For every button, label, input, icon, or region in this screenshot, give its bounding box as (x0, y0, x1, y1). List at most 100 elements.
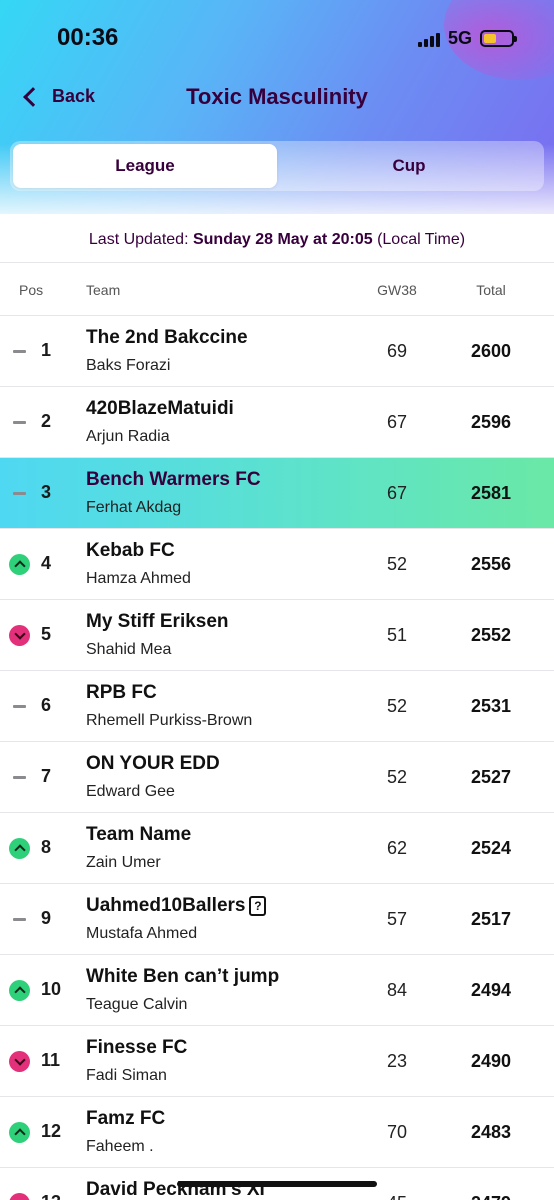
table-row[interactable]: 11 Finesse FC Fadi Siman 23 2490 (0, 1026, 554, 1097)
row-manager-name: Fadi Siman (86, 1067, 167, 1084)
row-manager-name: Arjun Radia (86, 428, 170, 445)
row-total-points: 2556 (470, 554, 512, 574)
row-position: 5 (41, 624, 52, 644)
row-gw-points: 67 (386, 412, 408, 432)
table-row[interactable]: 12 Famz FC Faheem . 70 2483 (0, 1097, 554, 1168)
row-team-wrap: White Ben can’t jump (86, 966, 279, 988)
page-title: Toxic Masculinity (186, 84, 368, 109)
rank-down-icon (9, 625, 30, 646)
row-manager-name: Zain Umer (86, 854, 161, 871)
signal-icon (417, 31, 440, 47)
row-team-wrap: Famz FC (86, 1108, 165, 1130)
row-team-name: Finesse FC (86, 1037, 188, 1058)
row-gw-points: 52 (386, 767, 408, 787)
row-team-name: The 2nd Bakccine (86, 327, 248, 348)
row-total-points: 2479 (460, 1193, 522, 1200)
table-header: Pos Team GW38 Total (0, 262, 554, 316)
row-total-points: 2581 (470, 483, 512, 503)
row-total-points: 2483 (470, 1122, 512, 1142)
row-gw-points: 57 (386, 909, 408, 929)
rank-up-icon (9, 838, 30, 859)
row-manager-name: Hamza Ahmed (86, 570, 191, 587)
row-team-name: Famz FC (86, 1108, 166, 1129)
row-total-points: 2527 (470, 767, 512, 787)
row-gw-points: 51 (386, 625, 408, 645)
col-total: Total (476, 282, 506, 298)
row-team-wrap: My Stiff Eriksen (86, 611, 229, 633)
last-updated-prefix: Last Updated: (88, 231, 189, 248)
row-team-name: Uahmed10Ballers (86, 895, 246, 916)
row-total-points: 2490 (470, 1051, 512, 1071)
row-position: 8 (41, 837, 52, 857)
rank-same-icon (9, 909, 30, 930)
row-total-points: 2596 (470, 412, 512, 432)
table-row[interactable]: 2 420BlazeMatuidi Arjun Radia 67 2596 (0, 387, 554, 458)
rank-same-icon (9, 341, 30, 362)
row-team-name: Kebab FC (86, 540, 175, 561)
tab-bar: League Cup (10, 141, 544, 191)
row-total-points: 2494 (470, 980, 512, 1000)
row-manager-name: Mustafa Ahmed (86, 925, 198, 942)
table-row[interactable]: 1 The 2nd Bakccine Baks Forazi 69 2600 (0, 316, 554, 387)
row-gw-points: 70 (386, 1122, 408, 1142)
row-team-wrap: RPB FC (86, 682, 157, 704)
last-updated-date: Sunday 28 May at 20:05 (192, 231, 373, 248)
tab-league[interactable]: League (13, 144, 277, 188)
rank-up-icon (9, 1122, 30, 1143)
row-total-points: 2552 (470, 625, 512, 645)
row-gw-points: 52 (386, 554, 408, 574)
row-position: 10 (41, 979, 62, 999)
row-team-wrap: Uahmed10Ballers? (86, 895, 267, 917)
last-updated: Last Updated: Sunday 28 May at 20:05 (Lo… (0, 231, 554, 249)
table-row[interactable]: 6 RPB FC Rhemell Purkiss-Brown 52 2531 (0, 671, 554, 742)
row-team-wrap: 420BlazeMatuidi (86, 398, 234, 420)
table-row[interactable]: 7 ON YOUR EDD Edward Gee 52 2527 (0, 742, 554, 813)
rank-same-icon (9, 696, 30, 717)
table-row[interactable]: 4 Kebab FC Hamza Ahmed 52 2556 (0, 529, 554, 600)
table-row[interactable]: 5 My Stiff Eriksen Shahid Mea 51 2552 (0, 600, 554, 671)
row-team-wrap: Bench Warmers FC (86, 469, 261, 491)
row-position: 9 (41, 908, 52, 928)
row-position: 11 (41, 1050, 61, 1070)
table-row[interactable]: 9 Uahmed10Ballers? Mustafa Ahmed 57 2517 (0, 884, 554, 955)
row-team-wrap: Kebab FC (86, 540, 175, 562)
row-total-points: 2600 (470, 341, 512, 361)
table-row[interactable]: 10 White Ben can’t jump Teague Calvin 84 249… (0, 955, 554, 1026)
home-indicator[interactable] (177, 1181, 377, 1187)
unknown-glyph-icon: ? (249, 896, 267, 916)
row-team-wrap: ON YOUR EDD (86, 753, 220, 775)
row-manager-name: Ferhat Akdag (86, 499, 182, 516)
status-indicators: 5G (417, 28, 517, 49)
row-position: 2 (41, 411, 52, 431)
table-row[interactable]: 8 Team Name Zain Umer 62 2524 (0, 813, 554, 884)
row-manager-name: Teague Calvin (86, 996, 188, 1013)
row-position: 12 (41, 1121, 62, 1141)
battery-icon (480, 30, 517, 47)
row-team-wrap: Team Name (86, 824, 191, 846)
col-gw: GW38 (377, 282, 417, 298)
col-team: Team (86, 282, 121, 298)
row-team-name: Bench Warmers FC (86, 469, 261, 490)
row-team-name: My Stiff Eriksen (86, 611, 229, 632)
table-row[interactable]: 3 Bench Warmers FC Ferhat Akdag 67 2581 (0, 458, 554, 529)
row-team-name: ON YOUR EDD (86, 753, 220, 774)
row-position: 7 (41, 766, 52, 786)
row-position: 1 (41, 340, 52, 360)
row-team-name: Team Name (86, 824, 192, 845)
tab-cup[interactable]: Cup (277, 144, 541, 188)
row-team-name: 420BlazeMatuidi (86, 398, 234, 419)
row-gw-points: 52 (386, 696, 408, 716)
network-label: 5G (447, 28, 472, 48)
last-updated-suffix: (Local Time) (377, 231, 466, 248)
row-team-wrap: The 2nd Bakccine (86, 327, 248, 349)
rank-same-icon (9, 412, 30, 433)
row-position: 13 (41, 1192, 61, 1200)
row-manager-name: Edward Gee (86, 783, 175, 800)
rank-down-icon (9, 1051, 30, 1072)
rank-up-icon (9, 980, 30, 1001)
row-position: 4 (41, 553, 52, 573)
row-team-wrap: Finesse FC (86, 1037, 187, 1059)
col-pos: Pos (19, 282, 44, 298)
row-gw-points: 45 (370, 1193, 424, 1200)
row-gw-points: 84 (386, 980, 408, 1000)
